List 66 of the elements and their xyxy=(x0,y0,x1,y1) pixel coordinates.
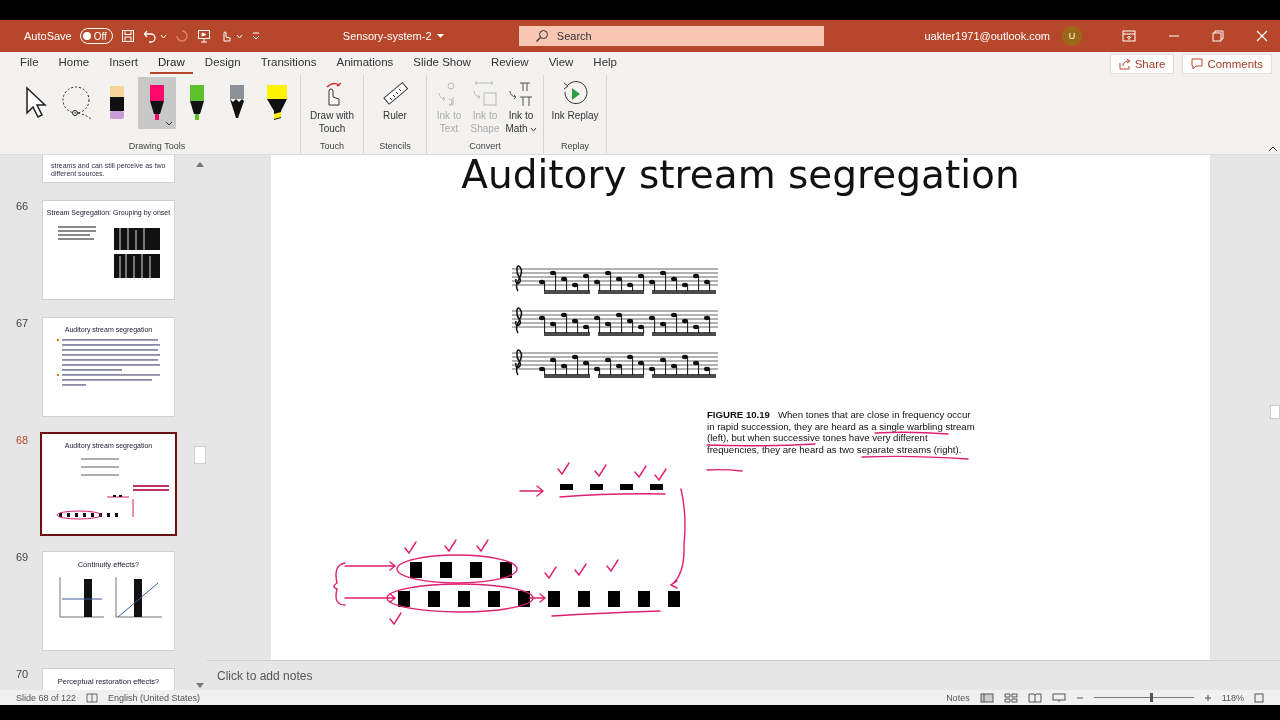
group-label: Stencils xyxy=(379,141,411,153)
slide-number: 68 xyxy=(15,434,30,446)
group-label: Touch xyxy=(320,141,344,153)
slide-count: Slide 68 of 122 xyxy=(16,692,77,703)
ribbon-tab[interactable]: Design xyxy=(196,53,249,74)
slide-number: 66 xyxy=(15,200,30,212)
notes-button[interactable]: Notes xyxy=(946,692,970,703)
normal-view-icon[interactable] xyxy=(979,692,994,703)
ruler-button[interactable]: Ruler xyxy=(368,77,422,141)
search-icon xyxy=(534,29,549,43)
share-button[interactable]: Share xyxy=(1109,53,1175,74)
account-email[interactable]: uakter1971@outlook.com xyxy=(924,30,1050,42)
ribbon-display-icon[interactable] xyxy=(1122,30,1136,42)
eraser-icon xyxy=(108,85,126,121)
caret-icon[interactable] xyxy=(436,33,444,39)
group-label: Drawing Tools xyxy=(128,141,186,153)
search-field[interactable]: Search xyxy=(518,26,824,46)
comments-button[interactable]: Comments xyxy=(1182,53,1272,74)
spellcheck-icon[interactable] xyxy=(86,692,99,703)
pen-tool[interactable] xyxy=(138,77,176,129)
slide-number: 70 xyxy=(15,668,30,680)
caret-icon[interactable] xyxy=(165,121,173,126)
slide-sorter-icon[interactable] xyxy=(1003,692,1018,703)
ribbon-tab[interactable]: Insert xyxy=(101,53,146,74)
draw-with-touch-button[interactable]: Draw with Touch xyxy=(305,77,359,141)
restore-icon[interactable] xyxy=(1212,30,1224,42)
ribbon-tab[interactable]: File xyxy=(12,53,47,74)
user-avatar[interactable]: U xyxy=(1062,26,1082,46)
ribbon-tab[interactable]: Slide Show xyxy=(405,53,479,74)
group-label: Convert xyxy=(469,141,501,153)
zoom-level[interactable]: 118% xyxy=(1221,692,1244,703)
ribbon-tab[interactable]: Help xyxy=(585,53,625,74)
autosave-label: AutoSave xyxy=(24,30,72,42)
document-title[interactable]: Sensory-system-2 xyxy=(342,30,513,42)
slide-title: Auditory stream segregation xyxy=(460,155,1021,194)
zoom-slider-thumb[interactable] xyxy=(1149,693,1153,702)
share-icon xyxy=(1118,57,1131,70)
slide-number: 69 xyxy=(15,551,30,563)
ink-replay-button[interactable]: Ink Replay xyxy=(548,77,602,141)
scrollbar-thumb[interactable] xyxy=(1270,405,1280,419)
caret-icon[interactable] xyxy=(529,127,537,132)
presentation-icon[interactable] xyxy=(196,29,211,43)
save-icon[interactable] xyxy=(120,29,135,43)
ribbon-tab[interactable]: Home xyxy=(50,53,98,74)
ink-math-button[interactable]: Ink to Math xyxy=(503,77,539,141)
figure-caption: FIGURE 10.19 When tones that are close in frequency occur in rapid succession, they are heard as a single warbling stream (left), but when successive tones have very different frequencies, they are heard as two separate streams (right). xyxy=(707,409,975,456)
ink-shape-icon xyxy=(470,79,500,109)
ribbon-tab[interactable]: Transitions xyxy=(252,53,325,74)
ribbon-tab[interactable]: View xyxy=(540,53,582,74)
scrollbar-thumb[interactable] xyxy=(193,446,206,464)
scroll-up-icon[interactable] xyxy=(194,160,205,168)
group-label: Replay xyxy=(561,141,589,153)
fit-slide-icon[interactable] xyxy=(1254,692,1264,703)
notes-placeholder[interactable]: Click to add notes xyxy=(217,668,313,683)
slide-show-icon[interactable] xyxy=(1051,692,1066,703)
comment-icon xyxy=(1191,57,1204,70)
close-icon[interactable] xyxy=(1256,30,1268,42)
collapse-ribbon-icon[interactable] xyxy=(1268,146,1278,152)
customize-icon[interactable] xyxy=(250,31,261,41)
ribbon-tab[interactable]: Animations xyxy=(328,53,402,74)
ribbon-tab[interactable]: Review xyxy=(482,53,537,74)
reading-view-icon[interactable] xyxy=(1027,692,1042,703)
undo-icon[interactable] xyxy=(142,29,157,43)
language-label[interactable]: English (United States) xyxy=(108,692,201,703)
slide-number: 67 xyxy=(15,317,30,329)
zoom-in-icon[interactable] xyxy=(1203,693,1212,702)
